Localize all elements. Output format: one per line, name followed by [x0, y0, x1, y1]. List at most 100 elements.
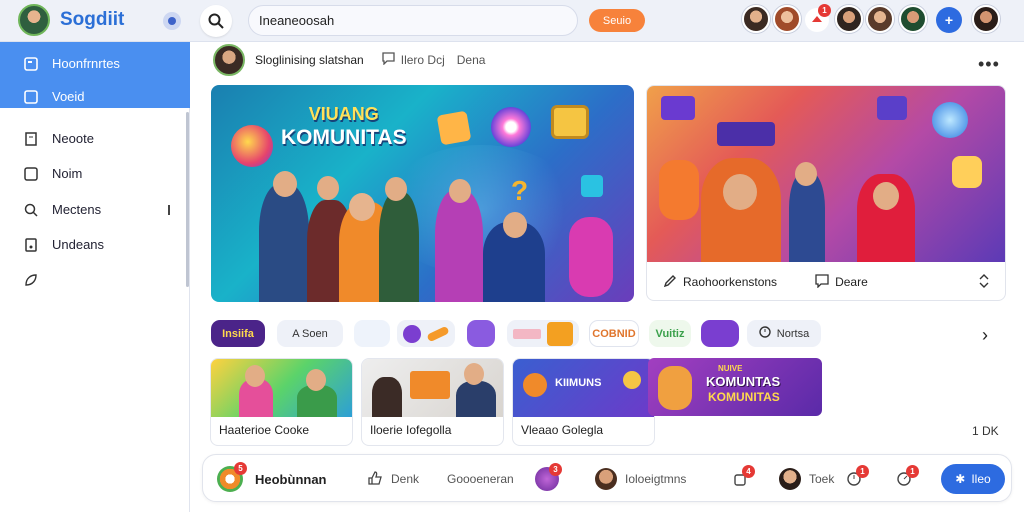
sidebar-item-leaf[interactable] [24, 273, 38, 287]
pencil-icon[interactable] [663, 274, 677, 291]
send-button[interactable]: ✱ Ileo [941, 464, 1005, 494]
notification-badge: 4 [742, 465, 755, 478]
chip-item[interactable] [397, 320, 455, 347]
sidebar-item-label: Mectens [52, 202, 102, 217]
sidebar-item-search[interactable]: Mectens [24, 202, 101, 217]
thumbnail-headline: KIIMUNS [555, 377, 602, 389]
person-figure [259, 184, 309, 302]
brand-avatar [18, 4, 50, 36]
chip-item[interactable] [701, 320, 739, 347]
user-avatar[interactable] [866, 5, 894, 33]
brand-name: Sogdiit [60, 9, 125, 30]
user-avatar[interactable] [742, 5, 770, 33]
sticker-decoration [877, 96, 907, 120]
thumbnail-caption: Vleaao Golegla [521, 423, 604, 437]
author-avatar[interactable] [213, 44, 245, 76]
person-head [873, 182, 899, 210]
mascot-figure [658, 366, 692, 410]
bottom-action-label: Denk [391, 472, 420, 486]
secondary-card-action[interactable]: Raohoorkenstons [683, 275, 777, 289]
secondary-card-link[interactable]: Deare [835, 275, 868, 289]
user-avatar[interactable] [773, 5, 801, 33]
clock-icon: 1 [843, 465, 869, 490]
promo-banner-subtitle: KOMUNITAS [708, 390, 780, 404]
brand-logo[interactable]: Sogdiit [18, 4, 124, 36]
bottom-action-settings[interactable]: 1 [893, 455, 919, 503]
category-chips: Insiifa A Soen COBNID Vuitiz Nortsa [211, 320, 1001, 348]
profile-avatar[interactable] [972, 5, 1000, 33]
bottom-action-bar: 5 Heobùnnan Denk Goooeneran 3 Ioloeigtmn… [202, 454, 1012, 502]
chip-item[interactable]: COBNID [589, 320, 639, 347]
bottom-action-label: Toek [809, 472, 835, 486]
post-meta-tag[interactable]: Dena [457, 53, 486, 67]
share-icon[interactable] [977, 273, 991, 291]
notification-badge: 3 [549, 463, 562, 476]
media-icon: 3 [535, 463, 562, 491]
sidebar-item-notes[interactable]: Neoote [24, 131, 94, 146]
chip-item[interactable]: A Soen [277, 320, 343, 347]
sidebar-item-label: Noim [52, 166, 83, 181]
gauge-icon: 1 [893, 465, 919, 490]
feature-card[interactable]: VIUANG KOMUNITAS ? [211, 85, 634, 302]
person-head [795, 162, 817, 186]
comment-icon[interactable] [815, 273, 829, 291]
bottom-action-groups[interactable]: Ioloeigtmns [595, 455, 686, 503]
secondary-card[interactable]: Raohoorkenstons Deare [646, 85, 1006, 301]
promo-banner-title: KOMUNTAS [706, 374, 781, 389]
more-options-icon[interactable]: ••• [978, 54, 1000, 75]
camera-icon [551, 105, 589, 139]
person-head [349, 193, 375, 221]
notification-bell-icon[interactable]: 1 [805, 4, 831, 32]
bottom-action-media[interactable]: 3 [535, 455, 562, 503]
user-avatar[interactable] [835, 5, 863, 33]
person-figure [456, 381, 496, 417]
thumbnail-card[interactable]: Haaterioe Cooke [210, 358, 353, 446]
bottom-main-item[interactable]: 5 Heobùnnan [217, 455, 327, 503]
page-count: 1 DK [972, 424, 999, 438]
bottom-action-like[interactable]: Denk [367, 455, 419, 503]
person-figure [435, 190, 483, 302]
send-button-label: Ileo [971, 472, 991, 486]
bottom-action-profile[interactable]: Toek [779, 455, 834, 503]
search-input[interactable] [248, 5, 578, 36]
sidebar-item-video[interactable]: Voeid [24, 89, 85, 104]
sidebar-scrollbar[interactable] [186, 112, 189, 287]
feature-headline-main: KOMUNITAS [281, 126, 407, 149]
search-icon[interactable] [200, 5, 232, 37]
secondary-card-actions: Raohoorkenstons Deare [647, 262, 1005, 300]
thumbnail-card[interactable]: KIIMUNS Vleaao Golegla [512, 358, 655, 446]
sidebar-item-home[interactable]: Hoonfrnrtes [24, 56, 120, 71]
building-icon [24, 131, 38, 146]
bottom-action-general[interactable]: Goooeneran [447, 455, 514, 503]
add-icon[interactable]: + [936, 7, 962, 33]
cube-icon [581, 175, 603, 197]
status-toggle[interactable] [163, 12, 181, 30]
sidebar-item-updates[interactable]: Undeans [24, 237, 104, 252]
post-meta: Ilero Dcj Dena [382, 52, 486, 68]
question-icon: ? [511, 175, 529, 206]
thumbnail-image: KIIMUNS [513, 359, 654, 417]
chip-item[interactable] [354, 320, 390, 347]
feature-headline: VIUANG KOMUNITAS [281, 102, 407, 150]
chevron-right-icon[interactable]: › [982, 325, 988, 346]
post-author[interactable]: Sloglinising slatshan [255, 53, 364, 67]
chip-item[interactable] [507, 320, 579, 347]
post-header: Sloglinising slatshan Ilero Dcj Dena [213, 44, 485, 76]
user-avatar[interactable] [899, 5, 927, 33]
sidebar-item-noim[interactable]: Noim [24, 166, 82, 181]
search-button[interactable]: Seuio [589, 9, 645, 32]
chip-item[interactable]: Vuitiz [649, 320, 691, 347]
bottom-action-notify[interactable]: 4 [729, 455, 755, 503]
promo-banner[interactable]: NUIVE KOMUNTAS KOMUNITAS [648, 358, 822, 416]
chip-item[interactable]: Insiifa [211, 320, 265, 347]
person-head [385, 177, 407, 201]
chip-item[interactable]: Nortsa [747, 320, 821, 347]
search-icon [24, 203, 38, 217]
chip-item[interactable] [467, 320, 495, 347]
post-meta-label: Ilero Dcj [400, 53, 445, 67]
secondary-card-image [647, 86, 1005, 262]
top-bar: Sogdiit Seuio 1 + [0, 0, 1024, 42]
bottom-action-label: Goooeneran [447, 472, 514, 486]
thumbnail-card[interactable]: Iloerie Iofegolla [361, 358, 504, 446]
bottom-action-timer[interactable]: 1 [843, 455, 869, 503]
